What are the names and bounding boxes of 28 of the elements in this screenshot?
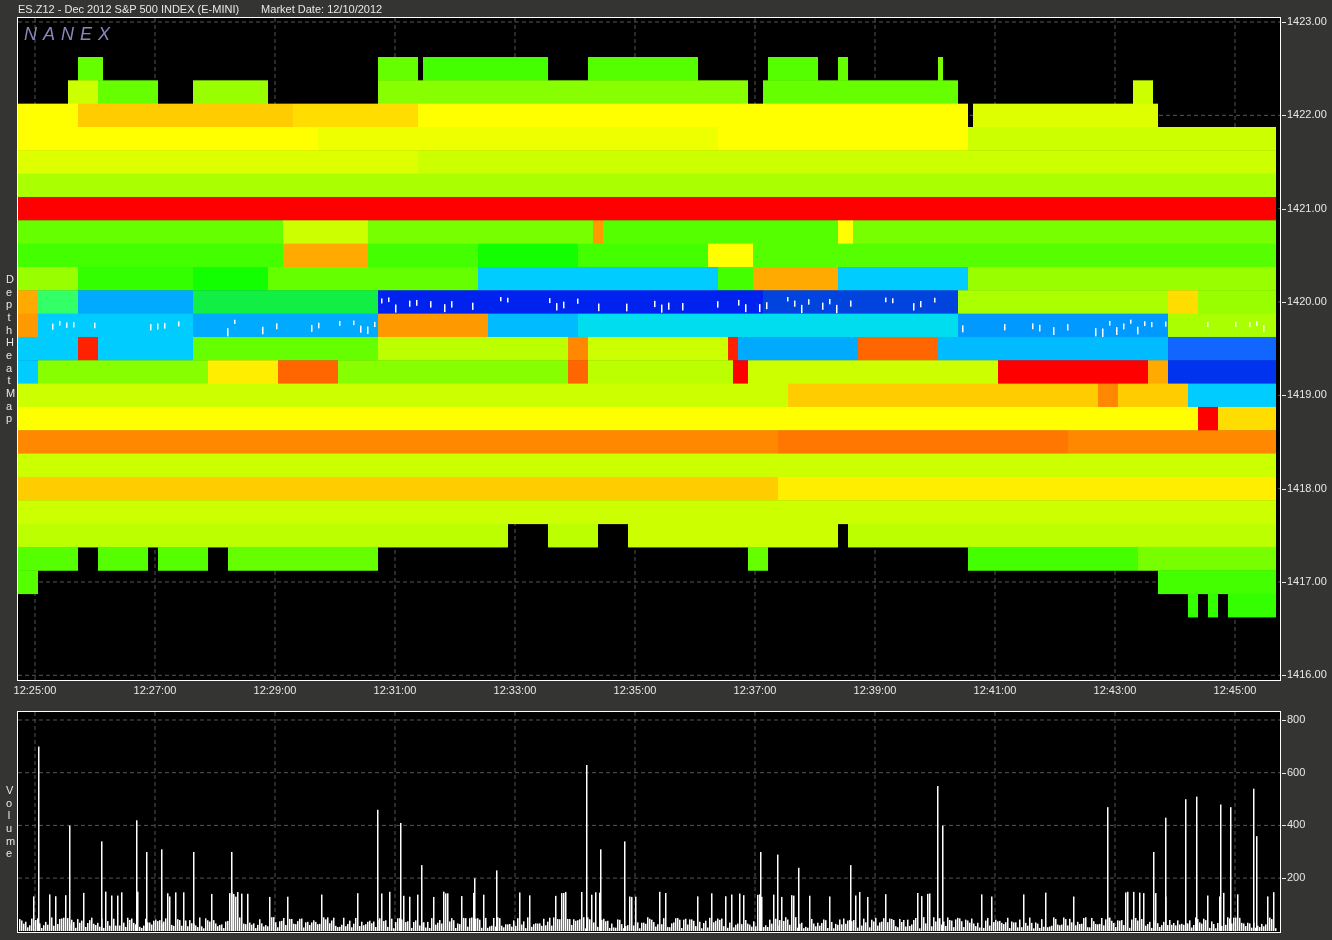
- volume-tick-label: 400: [1282, 818, 1306, 831]
- price-tick-label: 1418.00: [1282, 481, 1327, 494]
- market-date: Market Date: 12/10/2012: [261, 3, 383, 15]
- price-tick-label: 1417.00: [1282, 574, 1327, 587]
- time-tick-label: 12:25:00: [13, 684, 57, 696]
- volume-tick-label: 200: [1282, 871, 1306, 884]
- time-tick-label: 12:39:00: [853, 684, 897, 696]
- price-tick-label: 1421.00: [1282, 201, 1327, 214]
- time-tick-label: 12:41:00: [973, 684, 1017, 696]
- volume-tick-label: 600: [1282, 765, 1306, 778]
- price-tick-label: 1420.00: [1282, 295, 1327, 307]
- logo: NANEX: [24, 24, 116, 45]
- price-tick-label: 1419.00: [1282, 388, 1327, 401]
- chart-title: ES.Z12 - Dec 2012 S&P 500 INDEX (E-MINI): [18, 3, 240, 15]
- price-tick-label: 1416.00: [1282, 668, 1327, 681]
- time-tick-label: 12:45:00: [1213, 684, 1257, 696]
- volume-tick-label: 800: [1282, 713, 1306, 725]
- price-tick-label: 1423.00: [1282, 15, 1327, 27]
- time-tick-label: 12:35:00: [613, 684, 657, 696]
- time-tick-label: 12:29:00: [253, 684, 297, 696]
- time-tick-label: 12:33:00: [493, 684, 537, 696]
- axis-label: Volume: [5, 784, 13, 860]
- time-tick-label: 12:37:00: [733, 684, 777, 696]
- axis-label: Depth Heat Map: [5, 273, 13, 425]
- price-tick-label: 1422.00: [1282, 108, 1327, 121]
- time-tick-label: 12:27:00: [133, 684, 177, 696]
- time-tick-label: 12:43:00: [1093, 684, 1137, 696]
- time-tick-label: 12:31:00: [373, 684, 417, 696]
